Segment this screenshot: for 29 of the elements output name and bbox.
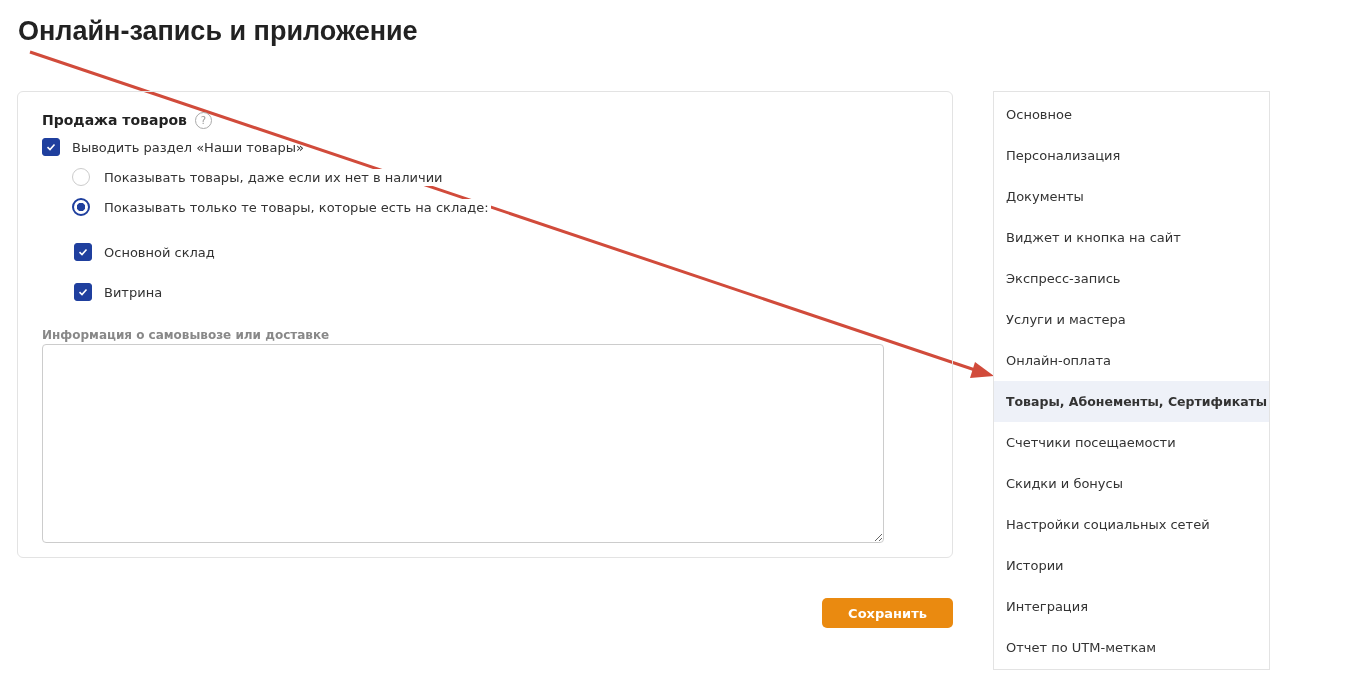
check-icon bbox=[45, 141, 57, 153]
section-title: Продажа товаров bbox=[42, 112, 187, 128]
checkbox[interactable] bbox=[42, 138, 60, 156]
sidebar-item[interactable]: Счетчики посещаемости bbox=[994, 422, 1269, 463]
sidebar-item[interactable]: Услуги и мастера bbox=[994, 299, 1269, 340]
checkbox-label: Выводить раздел «Наши товары» bbox=[72, 139, 304, 155]
sidebar-item[interactable]: Виджет и кнопка на сайт bbox=[994, 217, 1269, 258]
field-label: Информация о самовывозе или доставке bbox=[42, 328, 331, 342]
sidebar-item[interactable]: Товары, Абонементы, Сертификаты bbox=[994, 381, 1269, 422]
sidebar-item[interactable]: Скидки и бонусы bbox=[994, 463, 1269, 504]
radio-label: Показывать только те товары, которые есть на складе: bbox=[102, 198, 491, 216]
sidebar-item[interactable]: Истории bbox=[994, 545, 1269, 586]
checkbox-label: Витрина bbox=[104, 284, 163, 300]
checkbox-label: Основной склад bbox=[104, 244, 215, 260]
sidebar-item[interactable]: Основное bbox=[994, 94, 1269, 135]
checkbox[interactable] bbox=[74, 283, 92, 301]
sidebar-item[interactable]: Персонализация bbox=[994, 135, 1269, 176]
checkbox[interactable] bbox=[74, 243, 92, 261]
sidebar-item[interactable]: Экспресс-запись bbox=[994, 258, 1269, 299]
sidebar-item[interactable]: Документы bbox=[994, 176, 1269, 217]
check-icon bbox=[77, 246, 89, 258]
sidebar-item[interactable]: Онлайн-оплата bbox=[994, 340, 1269, 381]
sidebar-item[interactable]: Настройки социальных сетей bbox=[994, 504, 1269, 545]
radio-button[interactable] bbox=[72, 198, 90, 216]
page-title: Онлайн-запись и приложение bbox=[17, 15, 419, 48]
check-icon bbox=[77, 286, 89, 298]
radio-label: Показывать товары, даже если их нет в наличии bbox=[102, 168, 445, 186]
sidebar-item[interactable]: Отчет по UTM-меткам bbox=[994, 627, 1269, 668]
sidebar-item[interactable]: Интеграция bbox=[994, 586, 1269, 627]
